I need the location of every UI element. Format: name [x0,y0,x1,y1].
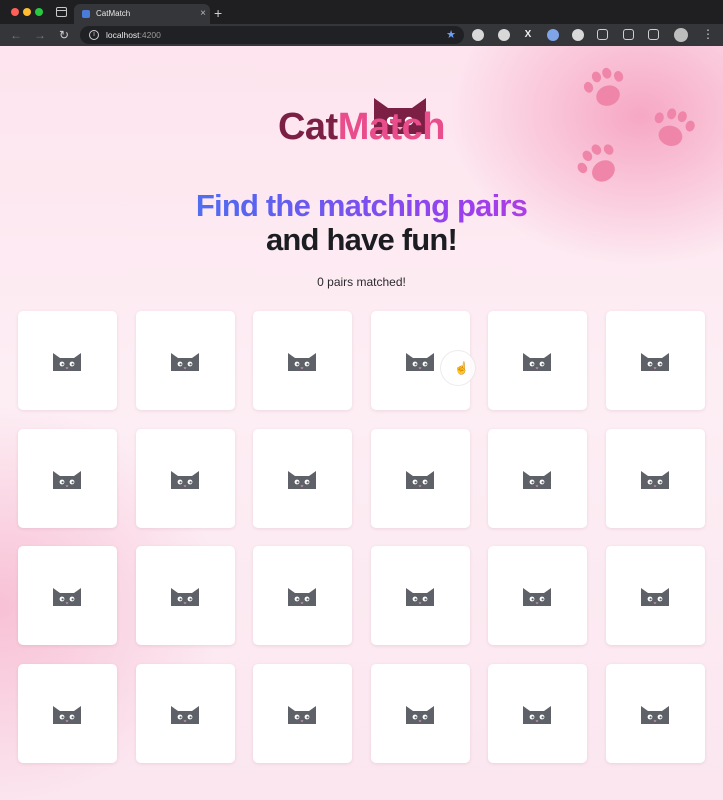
browser-tab[interactable]: CatMatch × [74,4,210,24]
cat-face-icon [171,706,199,724]
bookmark-star-icon[interactable]: ★ [446,26,456,44]
logo-text-match: Match [337,106,446,148]
tab-title: CatMatch [96,9,131,18]
forward-button[interactable]: → [34,27,46,43]
tab-close-icon[interactable]: × [200,4,206,24]
cursor-highlight: ☝ [440,350,476,386]
browser-titlebar: CatMatch × + [0,0,723,24]
back-button[interactable]: ← [10,27,22,43]
memory-card[interactable] [488,429,587,528]
cat-face-icon [53,353,81,371]
collections-icon[interactable] [648,29,659,40]
minimize-window-button[interactable] [23,8,31,16]
reload-button[interactable]: ↻ [59,27,69,43]
memory-card[interactable] [606,664,705,763]
cat-face-icon [171,471,199,489]
cloud-extension-icon[interactable] [472,29,484,41]
memory-card[interactable] [136,546,235,645]
cat-face-icon [288,588,316,606]
x-extension-icon[interactable]: X [522,29,534,41]
url-host: localhost [106,30,140,40]
cat-face-icon [53,588,81,606]
cat-face-icon [523,706,551,724]
memory-card[interactable] [606,546,705,645]
refresh-extension-icon[interactable] [597,29,608,40]
memory-card[interactable] [253,664,352,763]
cat-face-icon [171,353,199,371]
memory-card[interactable] [136,429,235,528]
memory-card[interactable] [18,429,117,528]
cat-face-icon [53,471,81,489]
memory-card[interactable] [606,311,705,410]
headline-line-1: Find the matching pairs [0,188,723,224]
cat-face-icon [406,706,434,724]
cat-face-icon [523,471,551,489]
site-info-icon[interactable]: i [89,30,99,40]
memory-card[interactable] [488,664,587,763]
profile-avatar[interactable] [674,28,688,42]
memory-card[interactable] [606,429,705,528]
profile-extension-icon[interactable] [547,29,559,41]
memory-card[interactable] [488,311,587,410]
logo: CatMatch [0,106,723,149]
pairs-matched-status: 0 pairs matched! [317,275,406,289]
maximize-window-button[interactable] [35,8,43,16]
memory-card[interactable] [18,546,117,645]
logo-text-cat: Cat [277,106,338,148]
sidebar-toggle-icon[interactable] [56,7,67,17]
new-tab-button[interactable]: + [214,4,222,22]
memory-card[interactable] [371,429,470,528]
memory-card[interactable] [253,546,352,645]
headline-line-2: and have fun! [265,222,458,257]
memory-card[interactable] [18,311,117,410]
address-bar[interactable]: i localhost:4200 ★ [80,26,464,44]
cat-face-icon [288,353,316,371]
memory-card[interactable] [253,429,352,528]
favicon-icon [82,10,90,18]
memory-card[interactable] [371,664,470,763]
memory-card[interactable] [253,311,352,410]
cat-face-icon [406,353,434,371]
cat-face-icon [641,471,669,489]
url-port: :4200 [139,30,161,40]
extension-icon[interactable] [498,29,510,41]
favorites-icon[interactable] [623,29,634,40]
url-text: localhost:4200 [106,26,161,44]
cat-face-icon [171,588,199,606]
cat-face-icon [53,706,81,724]
memory-card[interactable] [371,546,470,645]
cat-face-icon [641,353,669,371]
memory-card[interactable] [18,664,117,763]
memory-card[interactable] [136,664,235,763]
close-window-button[interactable] [11,8,19,16]
page: CatMatch Find the matching pairs and hav… [0,46,723,800]
cat-face-icon [288,706,316,724]
memory-card[interactable] [488,546,587,645]
cat-face-icon [641,706,669,724]
cat-face-icon [641,588,669,606]
hand-pointer-icon: ☝ [454,361,469,375]
browser-menu-icon[interactable]: ⋮ [702,26,714,42]
cat-face-icon [523,588,551,606]
cat-face-icon [406,588,434,606]
cat-face-icon [406,471,434,489]
memory-card[interactable] [136,311,235,410]
cat-face-icon [523,353,551,371]
target-extension-icon[interactable] [572,29,584,41]
cat-face-icon [288,471,316,489]
browser-toolbar: ← → ↻ i localhost:4200 ★ X ⋮ [0,24,723,46]
